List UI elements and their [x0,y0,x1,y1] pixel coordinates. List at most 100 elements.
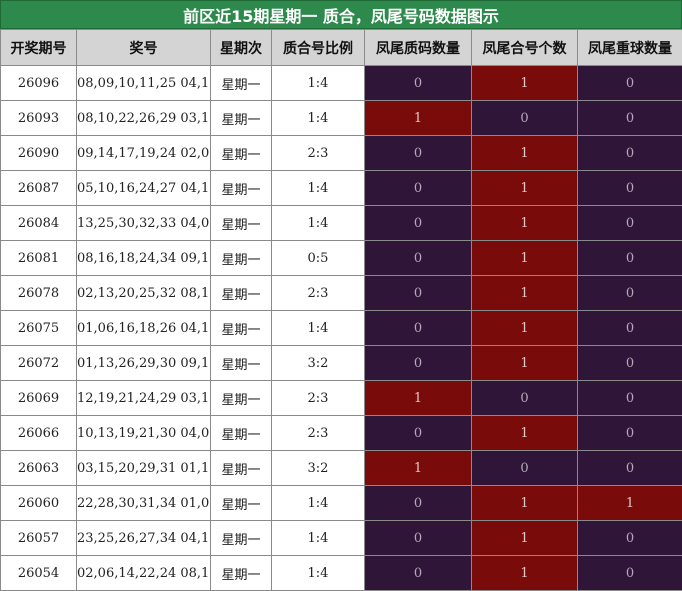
cell-numbers: 13,25,30,32,33 04,05 [77,206,211,241]
cell-issue: 26096 [1,66,77,101]
cell-weekday: 星期一 [211,416,272,451]
table-row: 2605723,25,26,27,34 04,10星期一1:4010 [1,521,682,556]
cell-numbers: 10,13,19,21,30 04,05 [77,416,211,451]
cell-prime-count: 0 [365,241,472,276]
cell-weekday: 星期一 [211,346,272,381]
cell-composite-count: 1 [472,346,578,381]
cell-issue: 26057 [1,521,77,556]
cell-weekday: 星期一 [211,66,272,101]
cell-prime-count: 0 [365,171,472,206]
lottery-table: 开奖期号 奖号 星期次 质合号比例 凤尾质码数量 凤尾合号个数 凤尾重球数量 2… [0,29,682,591]
cell-issue: 26066 [1,416,77,451]
cell-numbers: 02,06,14,22,24 08,11 [77,556,211,591]
cell-prime-count: 0 [365,66,472,101]
cell-ratio: 2:3 [272,381,365,416]
cell-numbers: 02,13,20,25,32 08,11 [77,276,211,311]
cell-issue: 26084 [1,206,77,241]
table-row: 2605402,06,14,22,24 08,11星期一1:4010 [1,556,682,591]
cell-issue: 26072 [1,346,77,381]
cell-issue: 26060 [1,486,77,521]
column-header-repeat-count: 凤尾重球数量 [578,30,682,66]
cell-composite-count: 1 [472,66,578,101]
cell-composite-count: 0 [472,451,578,486]
cell-ratio: 2:3 [272,416,365,451]
cell-ratio: 2:3 [272,136,365,171]
table-row: 2609009,14,17,19,24 02,09星期一2:3010 [1,136,682,171]
cell-prime-count: 0 [365,346,472,381]
table-row: 2607802,13,20,25,32 08,11星期一2:3010 [1,276,682,311]
cell-composite-count: 1 [472,416,578,451]
column-header-ratio: 质合号比例 [272,30,365,66]
cell-composite-count: 1 [472,241,578,276]
cell-numbers: 01,13,26,29,30 09,11 [77,346,211,381]
cell-ratio: 1:4 [272,556,365,591]
cell-prime-count: 1 [365,101,472,136]
cell-composite-count: 1 [472,206,578,241]
cell-numbers: 08,09,10,11,25 04,12 [77,66,211,101]
cell-prime-count: 1 [365,381,472,416]
cell-repeat-count: 0 [578,136,682,171]
cell-repeat-count: 0 [578,171,682,206]
cell-numbers: 23,25,26,27,34 04,10 [77,521,211,556]
cell-composite-count: 1 [472,486,578,521]
table-row: 2606912,19,21,24,29 03,10星期一2:3100 [1,381,682,416]
cell-issue: 26081 [1,241,77,276]
cell-composite-count: 0 [472,381,578,416]
cell-repeat-count: 0 [578,521,682,556]
cell-numbers: 08,10,22,26,29 03,10 [77,101,211,136]
cell-prime-count: 0 [365,556,472,591]
column-header-numbers: 奖号 [77,30,211,66]
table-row: 2606610,13,19,21,30 04,05星期一2:3010 [1,416,682,451]
cell-weekday: 星期一 [211,381,272,416]
cell-ratio: 1:4 [272,311,365,346]
cell-numbers: 09,14,17,19,24 02,09 [77,136,211,171]
cell-composite-count: 1 [472,556,578,591]
cell-prime-count: 0 [365,276,472,311]
cell-weekday: 星期一 [211,101,272,136]
cell-prime-count: 0 [365,521,472,556]
cell-repeat-count: 0 [578,556,682,591]
cell-repeat-count: 0 [578,381,682,416]
cell-issue: 26090 [1,136,77,171]
table-row: 2608413,25,30,32,33 04,05星期一1:4010 [1,206,682,241]
cell-weekday: 星期一 [211,311,272,346]
table-row: 2608705,10,16,24,27 04,10星期一1:4010 [1,171,682,206]
table-row: 2609608,09,10,11,25 04,12星期一1:4010 [1,66,682,101]
cell-ratio: 1:4 [272,101,365,136]
table-row: 2608108,16,18,24,34 09,12星期一0:5010 [1,241,682,276]
cell-weekday: 星期一 [211,276,272,311]
cell-prime-count: 0 [365,136,472,171]
cell-numbers: 01,06,16,18,26 04,10 [77,311,211,346]
cell-composite-count: 0 [472,101,578,136]
cell-issue: 26078 [1,276,77,311]
cell-prime-count: 0 [365,206,472,241]
cell-issue: 26093 [1,101,77,136]
cell-numbers: 12,19,21,24,29 03,10 [77,381,211,416]
table-row: 2607201,13,26,29,30 09,11星期一3:2010 [1,346,682,381]
cell-ratio: 3:2 [272,451,365,486]
cell-weekday: 星期一 [211,556,272,591]
cell-repeat-count: 0 [578,346,682,381]
cell-repeat-count: 0 [578,206,682,241]
cell-issue: 26087 [1,171,77,206]
cell-issue: 26069 [1,381,77,416]
cell-numbers: 22,28,30,31,34 01,05 [77,486,211,521]
table-row: 2607501,06,16,18,26 04,10星期一1:4010 [1,311,682,346]
cell-repeat-count: 0 [578,101,682,136]
cell-prime-count: 0 [365,486,472,521]
table-row: 2606022,28,30,31,34 01,05星期一1:4011 [1,486,682,521]
cell-repeat-count: 0 [578,276,682,311]
cell-weekday: 星期一 [211,241,272,276]
cell-prime-count: 0 [365,416,472,451]
cell-weekday: 星期一 [211,451,272,486]
cell-numbers: 08,16,18,24,34 09,12 [77,241,211,276]
cell-issue: 26063 [1,451,77,486]
cell-repeat-count: 0 [578,416,682,451]
column-header-issue: 开奖期号 [1,30,77,66]
page-title: 前区近15期星期一 质合，凤尾号码数据图示 [0,0,682,29]
cell-numbers: 03,15,20,29,31 01,12 [77,451,211,486]
cell-issue: 26054 [1,556,77,591]
cell-ratio: 3:2 [272,346,365,381]
cell-composite-count: 1 [472,276,578,311]
cell-composite-count: 1 [472,136,578,171]
